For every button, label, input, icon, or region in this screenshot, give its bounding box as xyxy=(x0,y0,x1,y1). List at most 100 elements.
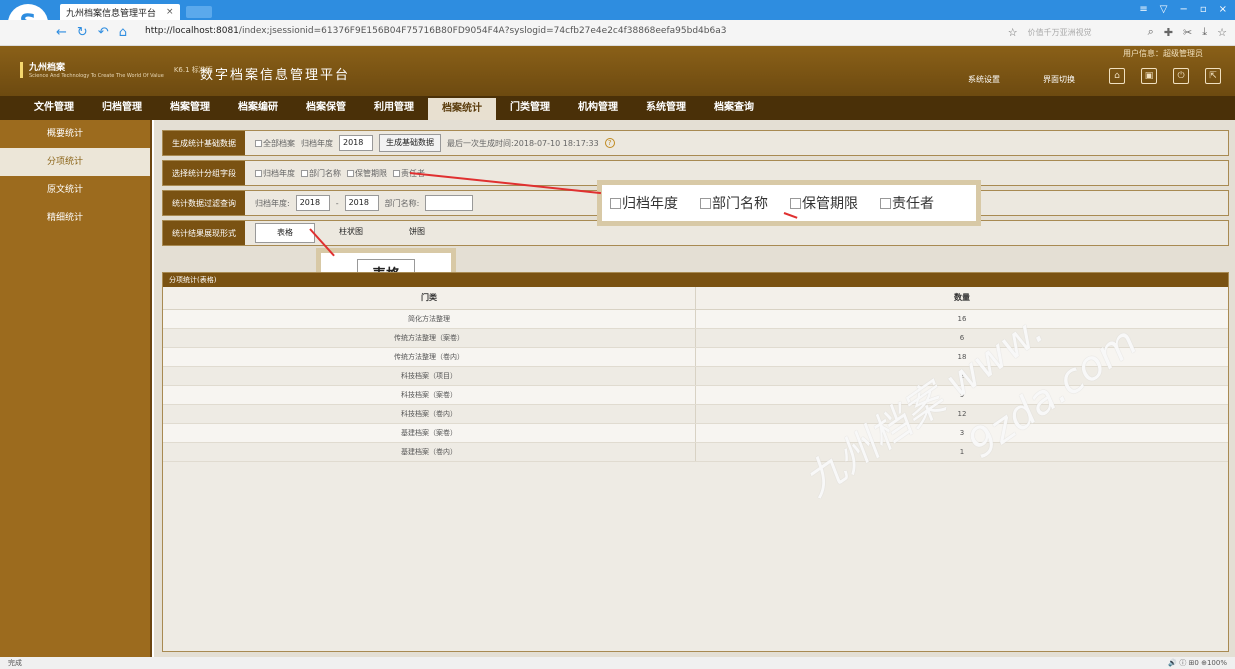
new-tab-button[interactable] xyxy=(185,6,212,18)
url-path: /index;jsessionid=61376F9E156B04F75716B8… xyxy=(238,26,727,36)
home-icon[interactable]: ⌂ xyxy=(119,25,127,40)
view-table-tab[interactable]: 表格 xyxy=(255,223,315,243)
all-archives-checkbox[interactable]: 全部档案 xyxy=(255,138,295,149)
tools-icon[interactable]: ✂ xyxy=(1183,26,1192,39)
sidebar-item-itemized-stats[interactable]: 分项统计 xyxy=(0,148,150,176)
checkbox-box xyxy=(393,169,400,177)
exit-icon[interactable]: ⇱ xyxy=(1205,68,1221,84)
view-bar-tab[interactable]: 柱状图 xyxy=(321,223,381,243)
tab-close-icon[interactable]: × xyxy=(166,7,174,17)
app-header: 用户信息：超级管理员 九州档案 Science And Technology T… xyxy=(0,46,1235,96)
home-icon[interactable]: ⌂ xyxy=(1109,68,1125,84)
search-icon[interactable]: ⌕ xyxy=(1148,25,1154,39)
year-to-input[interactable]: 2018 xyxy=(344,195,379,211)
archive-year-input[interactable]: 2018 xyxy=(339,135,373,151)
checkbox-box xyxy=(301,169,308,177)
maximize-icon[interactable]: ▫ xyxy=(1200,4,1207,15)
logout-icon[interactable]: ⏻ xyxy=(1173,68,1189,84)
status-right: 🔊 ⓘ ⊞0 ⊕100% xyxy=(1168,659,1227,667)
extension-icon[interactable]: ✚ xyxy=(1164,26,1173,39)
callout-year-checkbox: 归档年度 xyxy=(610,193,678,213)
refresh-icon[interactable]: ↻ xyxy=(77,25,88,40)
status-text: 完成 xyxy=(8,659,22,667)
table-row[interactable]: 基建档案（卷内） 1 xyxy=(163,442,1228,462)
tab-title: 九州档案信息管理平台 xyxy=(66,8,157,19)
browser-titlebar: S 九州档案信息管理平台 × ≡ ▽ − ▫ × ← ↻ ↶ ⌂ http://… xyxy=(0,0,1235,46)
callout-retention-checkbox: 保管期限 xyxy=(790,193,858,213)
logo-mark-icon xyxy=(20,61,23,78)
download-icon[interactable]: ⤓ xyxy=(1202,25,1207,39)
system-settings-link[interactable]: 系统设置 xyxy=(968,74,1000,85)
nav-archiving-management[interactable]: 归档管理 xyxy=(88,96,156,120)
table-row[interactable]: 传统方法整理（案卷） 6 xyxy=(163,328,1228,348)
group-year-checkbox[interactable]: 归档年度 xyxy=(255,168,295,179)
star-icon[interactable]: ☆ xyxy=(1008,26,1018,39)
stats-table-panel: 分项统计(表格) 门类 数量 简化方法整理 16 传统方法整理（案卷） 6 传统方法… xyxy=(162,272,1229,652)
search-field[interactable]: 价值千万亚洲视觉 xyxy=(1028,27,1138,38)
sidebar: 概要统计 分项统计 原文统计 精细统计 xyxy=(0,120,152,657)
callout-retention-label: 保管期限 xyxy=(802,196,858,212)
callout-year-label: 归档年度 xyxy=(622,196,678,212)
sidebar-item-original-stats[interactable]: 原文统计 xyxy=(0,176,150,204)
favorite-icon[interactable]: ☆ xyxy=(1217,26,1227,39)
skin-icon[interactable]: ▽ xyxy=(1160,4,1168,15)
undo-icon[interactable]: ↶ xyxy=(98,25,109,40)
nav-system-management[interactable]: 系统管理 xyxy=(632,96,700,120)
checkbox-box xyxy=(255,139,262,147)
url-field[interactable]: http://localhost:8081/index;jsessionid=6… xyxy=(145,26,726,36)
url-host: http://localhost:8081 xyxy=(145,26,239,36)
table-row[interactable]: 简化方法整理 16 xyxy=(163,309,1228,329)
sidebar-item-detailed-stats[interactable]: 精细统计 xyxy=(0,204,150,232)
header-icons: ⌂ ▣ ⏻ ⇱ xyxy=(1109,68,1221,84)
menu-icon[interactable]: ≡ xyxy=(1139,4,1147,15)
view-pie-tab[interactable]: 饼图 xyxy=(387,223,447,243)
group-dept-label: 部门名称 xyxy=(309,168,341,178)
year-from-input[interactable]: 2018 xyxy=(295,195,330,211)
interface-switch-link[interactable]: 界面切换 xyxy=(1043,74,1075,85)
generate-data-button[interactable]: 生成基础数据 xyxy=(379,134,441,152)
group-dept-checkbox[interactable]: 部门名称 xyxy=(301,168,341,179)
generate-data-label: 生成统计基础数据 xyxy=(163,131,245,155)
nav-archive-statistics[interactable]: 档案统计 xyxy=(428,98,496,120)
callout-dept-label: 部门名称 xyxy=(712,196,768,212)
nav-archive-management[interactable]: 档案管理 xyxy=(156,96,224,120)
header-category: 门类 xyxy=(163,287,696,310)
logo-name: 九州档案 xyxy=(29,63,66,73)
nav-archive-query[interactable]: 档案查询 xyxy=(700,96,768,120)
status-bar: 完成 🔊 ⓘ ⊞0 ⊕100% xyxy=(0,657,1235,669)
nav-archive-compilation[interactable]: 档案编研 xyxy=(224,96,292,120)
group-retention-checkbox[interactable]: 保管期限 xyxy=(347,168,387,179)
window-controls: ≡ ▽ − ▫ × xyxy=(1139,4,1227,15)
table-title: 分项统计(表格) xyxy=(163,273,1228,287)
nav-buttons: ← ↻ ↶ ⌂ xyxy=(56,25,127,40)
dept-name-input[interactable] xyxy=(425,195,474,211)
back-icon[interactable]: ← xyxy=(56,25,67,40)
nav-utilization-management[interactable]: 利用管理 xyxy=(360,96,428,120)
range-separator: - xyxy=(335,198,339,208)
sidebar-item-summary-stats[interactable]: 概要统计 xyxy=(0,120,150,148)
checkbox-box xyxy=(610,197,621,209)
browser-tab[interactable]: 九州档案信息管理平台 × xyxy=(60,4,180,20)
close-window-icon[interactable]: × xyxy=(1219,4,1227,15)
table-row[interactable]: 基建档案（案卷） 3 xyxy=(163,423,1228,443)
nav-organization-management[interactable]: 机构管理 xyxy=(564,96,632,120)
checkbox-box xyxy=(790,197,801,209)
table-header-row: 门类 数量 xyxy=(163,287,1228,310)
cell-count: 16 xyxy=(695,309,1228,329)
cell-category: 基建档案（卷内） xyxy=(163,442,696,462)
help-icon[interactable]: ? xyxy=(604,138,615,148)
cell-category: 科技档案（案卷） xyxy=(163,385,696,405)
nav-category-management[interactable]: 门类管理 xyxy=(496,96,564,120)
filter-query-body: 归档年度: 2018 - 2018 部门名称: xyxy=(245,195,474,211)
nav-file-management[interactable]: 文件管理 xyxy=(20,96,88,120)
nav-archive-custody[interactable]: 档案保管 xyxy=(292,96,360,120)
checkbox-box xyxy=(880,197,891,209)
cell-count: 1 xyxy=(695,442,1228,462)
checkbox-box xyxy=(700,197,711,209)
minimize-icon[interactable]: − xyxy=(1179,4,1187,15)
user-info: 用户信息：超级管理员 xyxy=(1123,49,1203,58)
group-fields-label: 选择统计分组字段 xyxy=(163,161,245,185)
group-year-label: 归档年度 xyxy=(263,168,295,178)
display-mode-body: 表格 柱状图 饼图 xyxy=(245,223,447,243)
portal-icon[interactable]: ▣ xyxy=(1141,68,1157,84)
